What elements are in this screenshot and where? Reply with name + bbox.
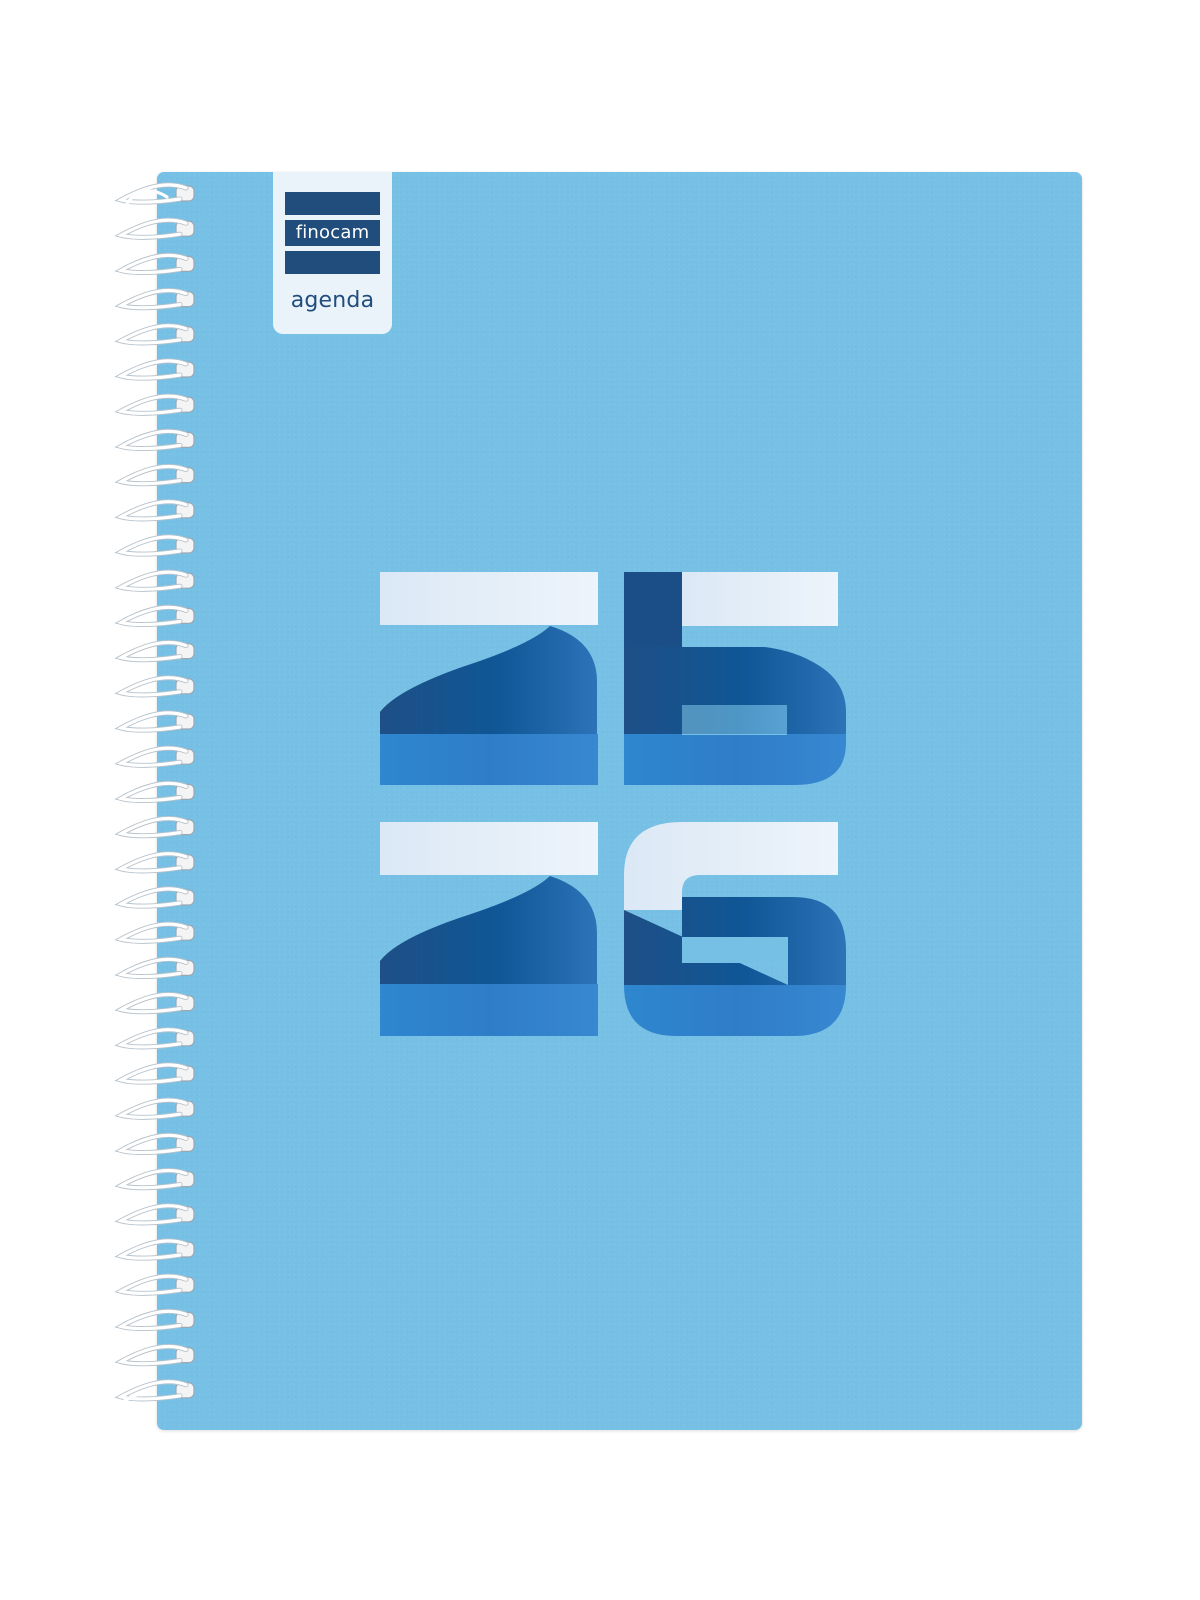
spiral-binding [114,182,195,1426]
binding-holes [175,185,195,1399]
product-image: finocam agenda [0,0,1200,1600]
